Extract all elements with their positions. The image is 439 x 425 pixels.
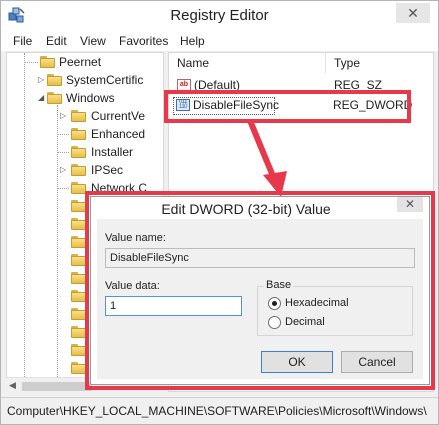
folder-icon (71, 164, 86, 176)
menu-help[interactable]: Help (180, 34, 205, 48)
menu-favorites[interactable]: Favorites (119, 34, 168, 48)
menu-view[interactable]: View (80, 34, 106, 48)
folder-icon (71, 362, 86, 374)
folder-open-icon (47, 92, 62, 104)
column-header-name[interactable]: Name (177, 56, 209, 70)
registry-editor-window: Registry Editor ✕ File Edit View Favorit… (0, 0, 439, 425)
folder-icon (71, 200, 86, 212)
expand-arrow-icon[interactable]: ▷ (60, 165, 68, 174)
column-separator[interactable] (325, 53, 326, 73)
registry-path: Computer\HKEY_LOCAL_MACHINE\SOFTWARE\Pol… (7, 404, 427, 418)
expand-arrow-icon[interactable]: ▷ (60, 111, 68, 120)
tree-item-windows[interactable]: Windows (66, 91, 115, 105)
tree-guide-line (24, 53, 25, 391)
annotation-dialog-outline (85, 191, 435, 390)
window-title: Registry Editor (170, 7, 269, 24)
collapse-arrow-icon[interactable]: ◢ (38, 93, 46, 102)
folder-icon (71, 128, 86, 140)
tree-item-ipsec[interactable]: IPSec (91, 163, 123, 177)
folder-icon (71, 290, 86, 302)
menu-file[interactable]: File (13, 34, 32, 48)
folder-icon (40, 56, 55, 68)
scrollbar-thumb[interactable] (22, 382, 92, 391)
tree-item-systemcertificates[interactable]: SystemCertific (66, 73, 143, 87)
expand-arrow-icon[interactable]: ▷ (38, 75, 46, 84)
folder-icon (71, 326, 86, 338)
folder-icon (71, 110, 86, 122)
annotation-arrow-icon (248, 120, 287, 197)
folder-icon (71, 146, 86, 158)
scroll-left-icon[interactable]: ◀ (9, 380, 16, 391)
folder-icon (71, 218, 86, 230)
menu-bar: File Edit View Favorites Help (1, 31, 438, 51)
tree-guide-line (57, 105, 58, 391)
folder-icon (71, 236, 86, 248)
folder-icon (71, 182, 86, 194)
folder-icon (71, 254, 86, 266)
title-bar: Registry Editor ✕ (1, 1, 438, 31)
folder-icon (71, 344, 86, 356)
tree-item-peernet[interactable]: Peernet (59, 55, 101, 69)
folder-icon (47, 74, 62, 86)
column-header-type[interactable]: Type (334, 56, 360, 70)
window-close-button[interactable]: ✕ (396, 3, 430, 23)
tree-item-currentversion[interactable]: CurrentVe (91, 109, 145, 123)
tree-item-installer[interactable]: Installer (91, 145, 133, 159)
status-bar: Computer\HKEY_LOCAL_MACHINE\SOFTWARE\Pol… (1, 397, 438, 424)
tree-item-enhanced[interactable]: Enhanced (91, 127, 145, 141)
folder-icon (71, 272, 86, 284)
menu-edit[interactable]: Edit (46, 34, 67, 48)
folder-icon (71, 308, 86, 320)
